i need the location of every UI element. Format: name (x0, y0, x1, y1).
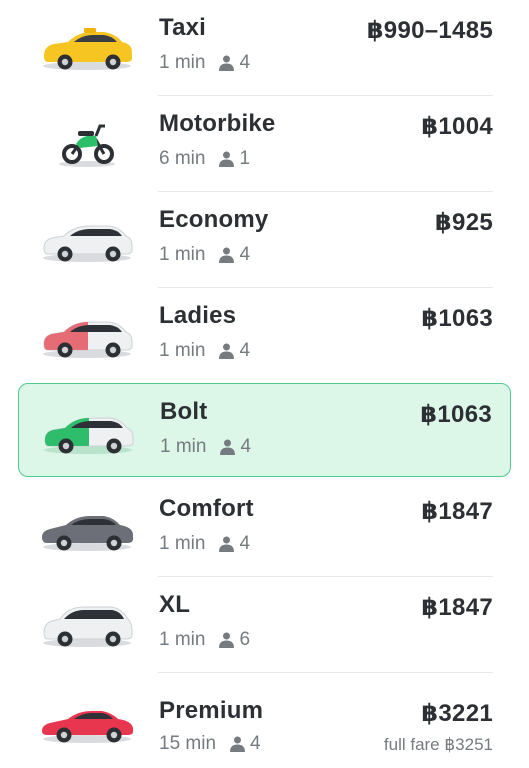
ride-option-eta: 6 min (159, 148, 206, 169)
ride-option-economy[interactable]: Economy 1 min 4 ฿925 (0, 192, 529, 288)
ride-option-xl[interactable]: XL 1 min 6 ฿1847 (0, 577, 529, 673)
ride-option-premium[interactable]: Premium 15 min 4 ฿3221 full fare ฿3251 (0, 673, 529, 768)
ride-option-seats: 4 (240, 436, 252, 457)
ride-option-motorbike[interactable]: Motorbike 6 min 1 ฿1004 (0, 96, 529, 192)
ride-option-meta: 1 min 4 (159, 340, 250, 362)
ride-option-seats: 1 (239, 148, 251, 169)
person-icon (230, 736, 246, 752)
ride-option-price: ฿1847 (421, 498, 493, 525)
full-fare-price: full fare ฿3251 (383, 735, 493, 754)
ride-option-eta: 1 min (159, 244, 206, 265)
ride-option-seats: 4 (239, 244, 251, 265)
ride-options-list: Taxi 1 min 4 ฿990–1485 Motorbike 6 min 1… (0, 0, 529, 768)
ride-option-name: Taxi (159, 14, 207, 41)
ride-option-bolt-selected[interactable]: Bolt 1 min 4 ฿1063 (18, 383, 511, 477)
ride-option-eta: 1 min (159, 629, 206, 650)
ride-option-seats: 6 (239, 629, 251, 650)
person-icon (219, 247, 235, 263)
ride-option-name: Motorbike (159, 110, 276, 137)
ride-option-price: ฿3221 (421, 700, 493, 727)
xl-van-icon (43, 606, 133, 647)
ride-option-eta: 1 min (159, 533, 206, 554)
ride-option-price: ฿1063 (420, 401, 492, 428)
person-icon (219, 151, 235, 167)
bolt-car-icon (44, 417, 134, 454)
ride-option-name: Ladies (159, 302, 237, 329)
ride-option-taxi[interactable]: Taxi 1 min 4 ฿990–1485 (0, 0, 529, 96)
ride-option-meta: 1 min 4 (160, 436, 251, 458)
person-icon (219, 343, 235, 359)
ride-option-meta: 15 min 4 (159, 733, 261, 755)
ride-option-seats: 4 (250, 733, 261, 754)
ride-option-meta: 1 min 4 (159, 52, 250, 74)
ride-option-eta: 1 min (159, 52, 206, 73)
taxi-car-icon (43, 28, 132, 70)
ride-option-meta: 1 min 4 (159, 533, 250, 555)
ride-option-name: Premium (159, 697, 264, 724)
ride-option-price: ฿1847 (421, 594, 493, 621)
person-icon (219, 536, 235, 552)
ride-option-seats: 4 (239, 533, 251, 554)
premium-car-icon (42, 711, 133, 743)
ride-option-meta: 1 min 6 (159, 629, 250, 651)
economy-car-icon (43, 225, 133, 262)
ride-option-price: ฿1063 (421, 305, 493, 332)
ride-option-meta: 1 min 4 (159, 244, 250, 266)
ladies-car-icon (43, 321, 133, 358)
person-icon (219, 632, 235, 648)
ride-option-price: ฿1004 (421, 113, 493, 140)
person-icon (219, 55, 235, 71)
ride-option-price: ฿925 (435, 209, 493, 236)
ride-option-seats: 4 (239, 52, 251, 73)
ride-option-ladies[interactable]: Ladies 1 min 4 ฿1063 (0, 288, 529, 384)
ride-option-eta: 1 min (159, 340, 206, 361)
ride-option-eta: 1 min (160, 436, 207, 457)
ride-option-comfort[interactable]: Comfort 1 min 4 ฿1847 (0, 481, 529, 577)
ride-option-name: XL (159, 591, 191, 618)
ride-option-name: Economy (159, 206, 269, 233)
motorbike-icon (59, 124, 115, 167)
comfort-car-icon (42, 516, 133, 551)
ride-option-name: Comfort (159, 495, 254, 522)
ride-option-seats: 4 (239, 340, 251, 361)
ride-option-meta: 6 min 1 (159, 148, 250, 170)
ride-option-eta: 15 min (159, 733, 217, 754)
person-icon (220, 439, 236, 455)
ride-option-name: Bolt (160, 398, 208, 425)
ride-option-price: ฿990–1485 (366, 17, 493, 44)
